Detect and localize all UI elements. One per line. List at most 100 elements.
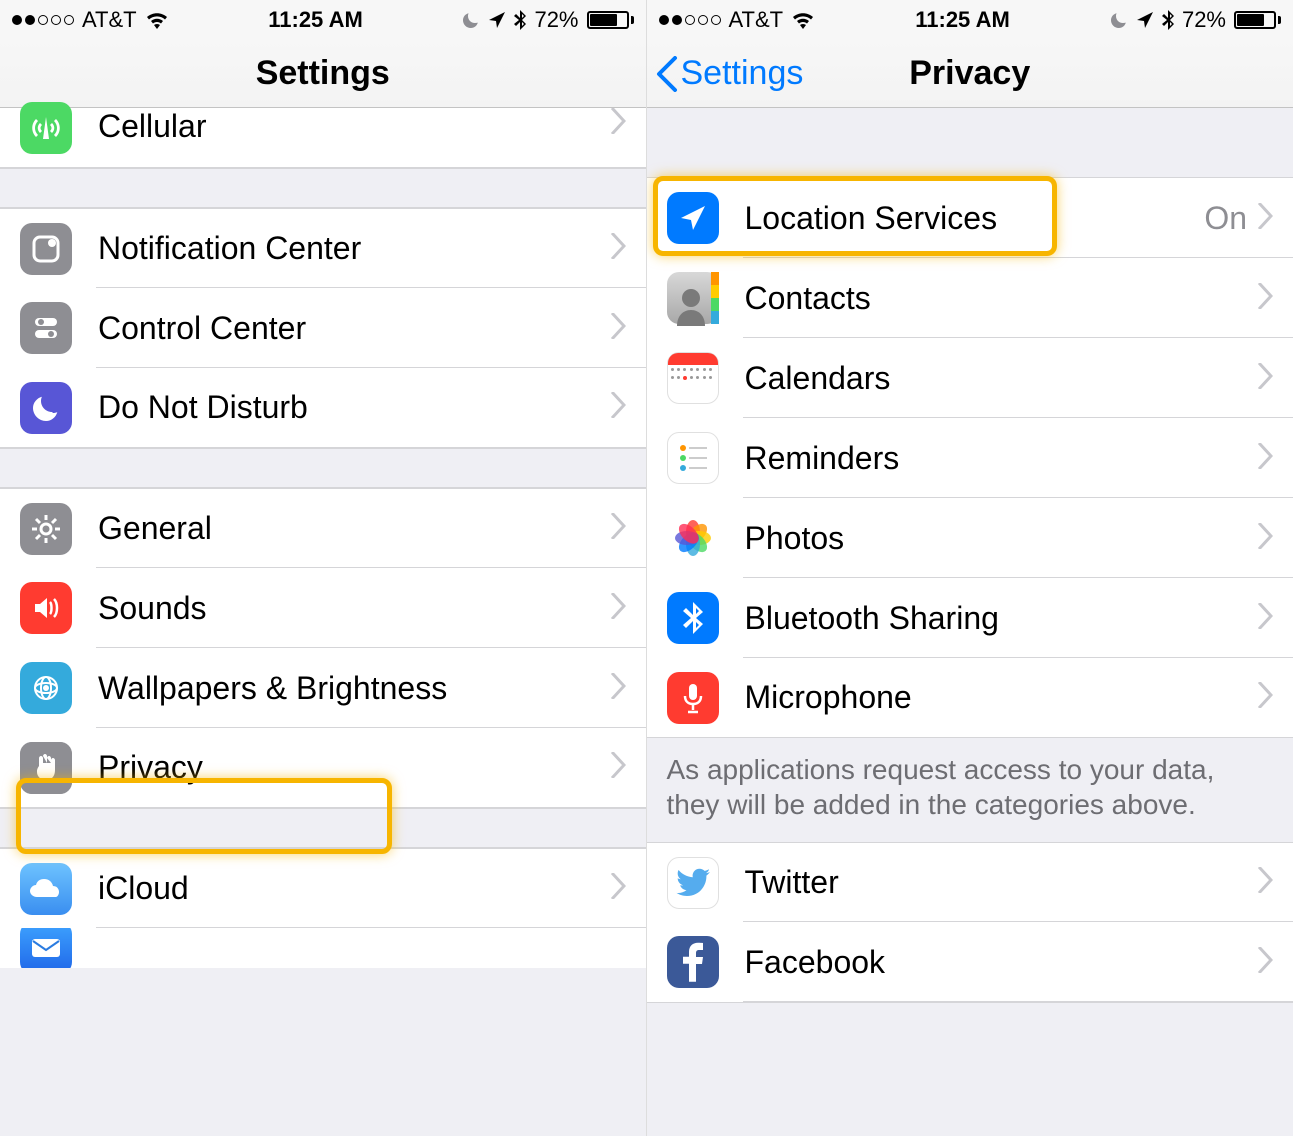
settings-row-general[interactable]: General bbox=[0, 488, 646, 568]
row-label: Wallpapers & Brightness bbox=[98, 670, 610, 707]
signal-dots-icon bbox=[659, 15, 721, 25]
row-label: Twitter bbox=[745, 864, 1258, 901]
control-center-icon bbox=[20, 302, 72, 354]
row-label: Do Not Disturb bbox=[98, 389, 610, 426]
row-label: Control Center bbox=[98, 310, 610, 347]
twitter-icon bbox=[667, 857, 719, 909]
chevron-right-icon bbox=[1257, 443, 1273, 474]
bluetooth-icon bbox=[514, 10, 526, 30]
back-button[interactable]: Settings bbox=[655, 40, 804, 107]
chevron-right-icon bbox=[610, 752, 626, 783]
location-arrow-icon bbox=[488, 11, 506, 29]
row-label: Reminders bbox=[745, 440, 1258, 477]
chevron-right-icon bbox=[1257, 203, 1273, 234]
battery-icon bbox=[1234, 11, 1281, 29]
moon-icon bbox=[1110, 11, 1128, 29]
general-icon bbox=[20, 503, 72, 555]
wallpapers-icon bbox=[20, 662, 72, 714]
battery-icon bbox=[587, 11, 634, 29]
chevron-right-icon bbox=[610, 313, 626, 344]
privacy-row-microphone[interactable]: Microphone bbox=[647, 658, 1293, 738]
nav-bar: Settings Privacy bbox=[647, 40, 1293, 108]
signal-dots-icon bbox=[12, 15, 74, 25]
row-label: Sounds bbox=[98, 590, 610, 627]
privacy-row-contacts[interactable]: Contacts bbox=[647, 258, 1293, 338]
reminders-icon bbox=[667, 432, 719, 484]
row-label: Contacts bbox=[745, 280, 1258, 317]
privacy-row-twitter[interactable]: Twitter bbox=[647, 842, 1293, 922]
location-arrow-icon bbox=[1136, 11, 1154, 29]
status-bar: AT&T 11:25 AM 72% bbox=[0, 0, 646, 40]
battery-text: 72% bbox=[534, 7, 578, 33]
section-footer: As applications request access to your d… bbox=[647, 738, 1293, 842]
privacy-hand-icon bbox=[20, 742, 72, 794]
calendars-icon bbox=[667, 352, 719, 404]
settings-row-mail[interactable] bbox=[0, 928, 646, 968]
chevron-right-icon bbox=[1257, 947, 1273, 978]
privacy-row-bluetooth-sharing[interactable]: Bluetooth Sharing bbox=[647, 578, 1293, 658]
settings-row-cellular[interactable]: Cellular bbox=[0, 108, 646, 168]
notification-center-icon bbox=[20, 223, 72, 275]
page-title: Settings bbox=[256, 54, 390, 93]
row-label: Bluetooth Sharing bbox=[745, 600, 1258, 637]
settings-pane: AT&T 11:25 AM 72% Settings bbox=[0, 0, 647, 1136]
chevron-right-icon bbox=[1257, 283, 1273, 314]
row-label: Facebook bbox=[745, 944, 1258, 981]
bluetooth-sharing-icon bbox=[667, 592, 719, 644]
wifi-icon bbox=[145, 11, 169, 29]
chevron-right-icon bbox=[610, 392, 626, 423]
carrier-label: AT&T bbox=[729, 7, 784, 33]
bluetooth-icon bbox=[1162, 10, 1174, 30]
chevron-right-icon bbox=[1257, 523, 1273, 554]
privacy-row-calendars[interactable]: Calendars bbox=[647, 338, 1293, 418]
chevron-right-icon bbox=[1257, 867, 1273, 898]
location-services-icon bbox=[667, 192, 719, 244]
privacy-row-facebook[interactable]: Facebook bbox=[647, 922, 1293, 1002]
photos-icon bbox=[667, 512, 719, 564]
battery-text: 72% bbox=[1182, 7, 1226, 33]
row-label: Cellular bbox=[98, 108, 610, 145]
row-label: Location Services bbox=[745, 200, 1205, 237]
status-bar: AT&T 11:25 AM 72% bbox=[647, 0, 1293, 40]
row-label: Microphone bbox=[745, 679, 1258, 716]
chevron-right-icon bbox=[610, 593, 626, 624]
row-label: iCloud bbox=[98, 870, 610, 907]
settings-row-icloud[interactable]: iCloud bbox=[0, 848, 646, 928]
settings-row-notification-center[interactable]: Notification Center bbox=[0, 208, 646, 288]
chevron-right-icon bbox=[1257, 363, 1273, 394]
contacts-icon bbox=[667, 272, 719, 324]
chevron-right-icon bbox=[610, 108, 626, 139]
privacy-row-location-services[interactable]: Location Services On bbox=[647, 178, 1293, 258]
do-not-disturb-icon bbox=[20, 382, 72, 434]
row-label: Notification Center bbox=[98, 230, 610, 267]
privacy-pane: AT&T 11:25 AM 72% Settings Privacy bbox=[647, 0, 1293, 1136]
settings-row-control-center[interactable]: Control Center bbox=[0, 288, 646, 368]
chevron-right-icon bbox=[610, 233, 626, 264]
facebook-icon bbox=[667, 936, 719, 988]
settings-row-privacy[interactable]: Privacy bbox=[0, 728, 646, 808]
settings-row-sounds[interactable]: Sounds bbox=[0, 568, 646, 648]
chevron-right-icon bbox=[610, 873, 626, 904]
row-label: Photos bbox=[745, 520, 1258, 557]
chevron-right-icon bbox=[1257, 603, 1273, 634]
nav-bar: Settings bbox=[0, 40, 646, 108]
row-value: On bbox=[1204, 200, 1247, 237]
mail-icon bbox=[20, 928, 72, 968]
privacy-row-reminders[interactable]: Reminders bbox=[647, 418, 1293, 498]
chevron-right-icon bbox=[1257, 682, 1273, 713]
carrier-label: AT&T bbox=[82, 7, 137, 33]
settings-row-do-not-disturb[interactable]: Do Not Disturb bbox=[0, 368, 646, 448]
icloud-icon bbox=[20, 863, 72, 915]
moon-icon bbox=[462, 11, 480, 29]
settings-row-wallpapers[interactable]: Wallpapers & Brightness bbox=[0, 648, 646, 728]
chevron-right-icon bbox=[610, 513, 626, 544]
microphone-icon bbox=[667, 672, 719, 724]
status-time: 11:25 AM bbox=[915, 7, 1010, 33]
row-label: Calendars bbox=[745, 360, 1258, 397]
chevron-right-icon bbox=[610, 673, 626, 704]
page-title: Privacy bbox=[909, 54, 1030, 93]
sounds-icon bbox=[20, 582, 72, 634]
cellular-icon bbox=[20, 102, 72, 154]
row-label: General bbox=[98, 510, 610, 547]
privacy-row-photos[interactable]: Photos bbox=[647, 498, 1293, 578]
